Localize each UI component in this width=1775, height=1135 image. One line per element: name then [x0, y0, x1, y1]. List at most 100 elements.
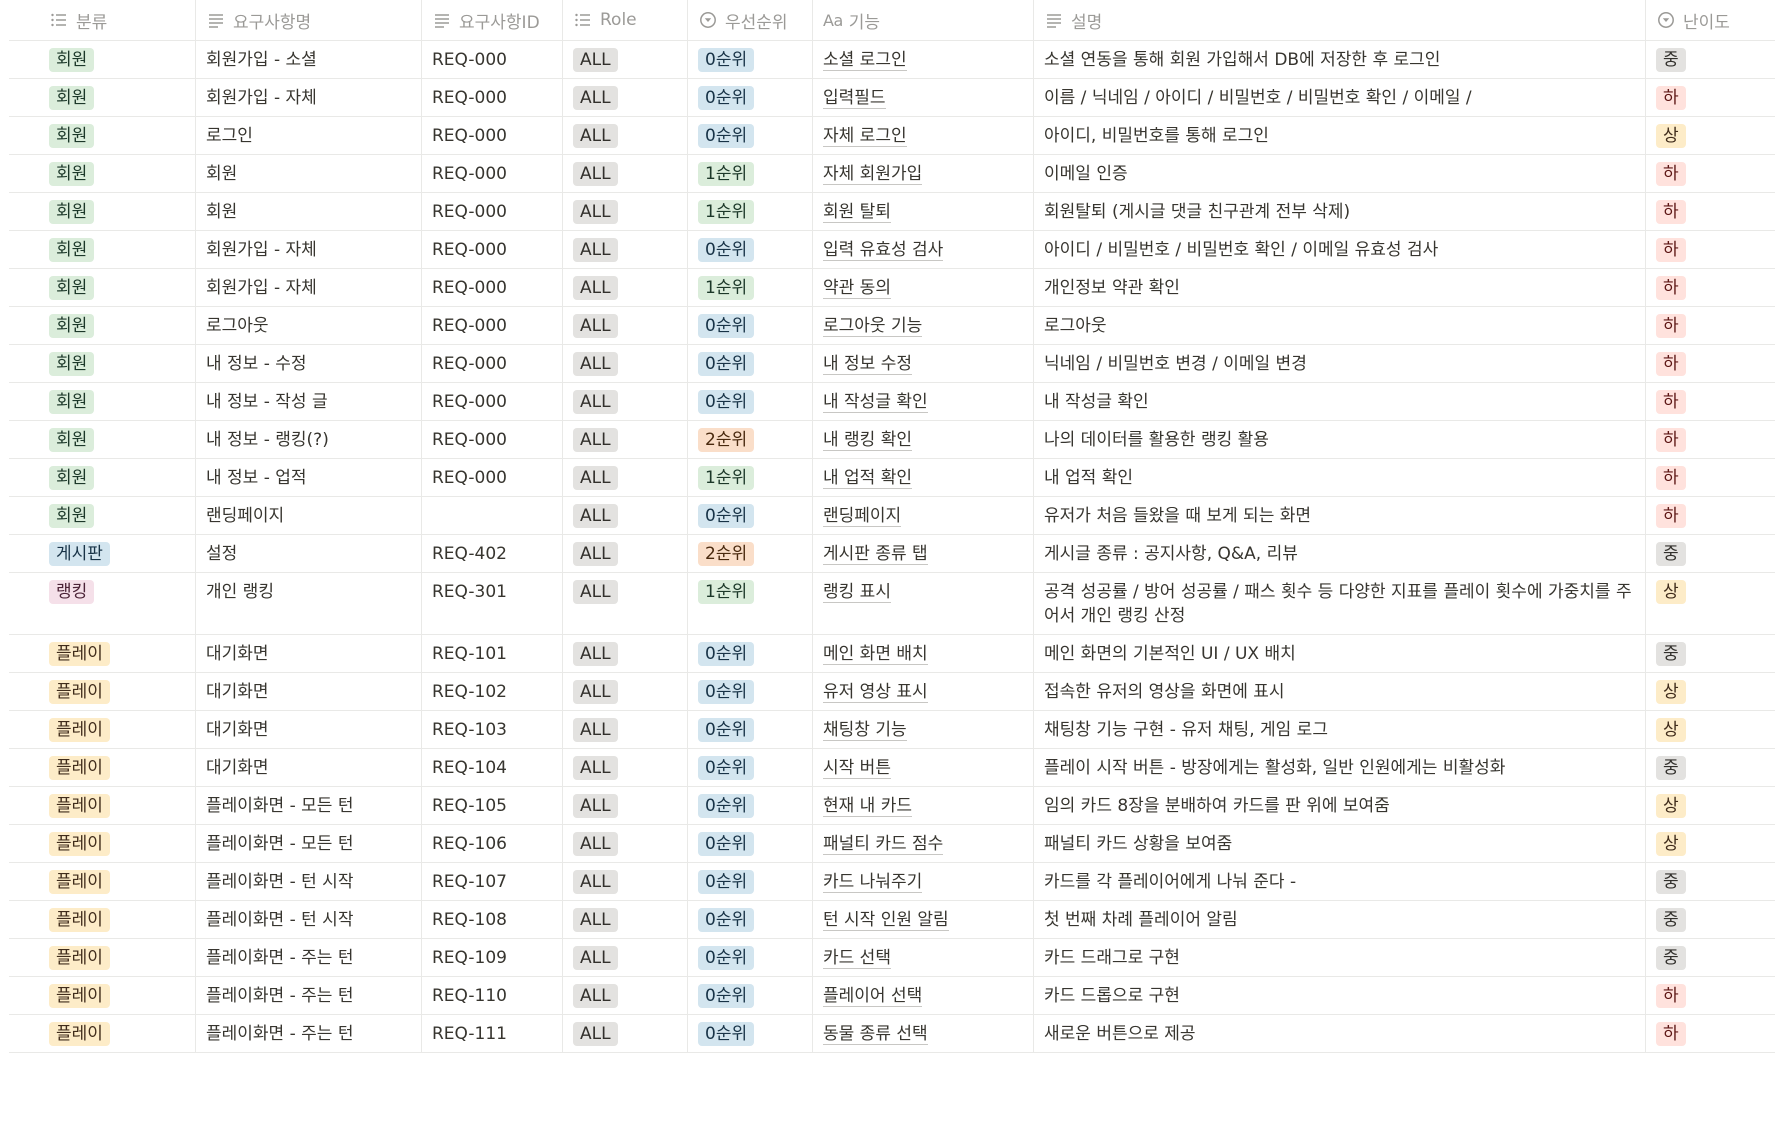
cell-difficulty[interactable]: 하 — [1646, 155, 1775, 192]
table-row[interactable]: 플레이 플레이화면 - 주는 턴 REQ-111 ALL 0순위 동물 종류 선택 새로운 … — [9, 1015, 1775, 1053]
table-row[interactable]: 플레이 플레이화면 - 모든 턴 REQ-105 ALL 0순위 현재 내 카드 임의 카드… — [9, 787, 1775, 825]
table-row[interactable]: 회원 내 정보 - 업적 REQ-000 ALL 1순위 내 업적 확인 내 업적 확인 하 — [9, 459, 1775, 497]
cell-desc[interactable]: 새로운 버튼으로 제공 — [1034, 1015, 1646, 1052]
column-header-6[interactable]: 설명 — [1034, 0, 1646, 40]
cell-difficulty[interactable]: 하 — [1646, 79, 1775, 116]
cell-priority[interactable]: 0순위 — [688, 79, 813, 116]
cell-feature[interactable]: 메인 화면 배치 — [813, 635, 1034, 672]
cell-difficulty[interactable]: 중 — [1646, 41, 1775, 78]
cell-role[interactable]: ALL — [563, 535, 688, 572]
cell-name[interactable]: 내 정보 - 수정 — [196, 345, 422, 382]
cell-id[interactable]: REQ-000 — [422, 117, 563, 154]
cell-id[interactable]: REQ-103 — [422, 711, 563, 748]
column-header-5[interactable]: Aa 기능 — [813, 0, 1034, 40]
cell-role[interactable]: ALL — [563, 269, 688, 306]
table-row[interactable]: 랭킹 개인 랭킹 REQ-301 ALL 1순위 랭킹 표시 공격 성공률 / 방어 성공률… — [9, 573, 1775, 635]
cell-role[interactable]: ALL — [563, 977, 688, 1014]
cell-name[interactable]: 회원가입 - 자체 — [196, 269, 422, 306]
cell-difficulty[interactable]: 하 — [1646, 193, 1775, 230]
cell-desc[interactable]: 플레이 시작 버튼 - 방장에게는 활성화, 일반 인원에게는 비활성화 — [1034, 749, 1646, 786]
cell-feature[interactable]: 로그아웃 기능 — [813, 307, 1034, 344]
table-row[interactable]: 회원 내 정보 - 작성 글 REQ-000 ALL 0순위 내 작성글 확인 내 작성글 … — [9, 383, 1775, 421]
cell-category[interactable]: 플레이 — [9, 711, 196, 748]
cell-id[interactable]: REQ-000 — [422, 383, 563, 420]
table-row[interactable]: 회원 회원 REQ-000 ALL 1순위 자체 회원가입 이메일 인증 하 — [9, 155, 1775, 193]
cell-category[interactable]: 회원 — [9, 79, 196, 116]
cell-feature[interactable]: 동물 종류 선택 — [813, 1015, 1034, 1052]
cell-category[interactable]: 회원 — [9, 193, 196, 230]
cell-difficulty[interactable]: 상 — [1646, 711, 1775, 748]
table-row[interactable]: 플레이 대기화면 REQ-101 ALL 0순위 메인 화면 배치 메인 화면의 기본적인 … — [9, 635, 1775, 673]
cell-desc[interactable]: 공격 성공률 / 방어 성공률 / 패스 횟수 등 다양한 지표를 플레이 횟수… — [1034, 573, 1646, 634]
cell-name[interactable]: 내 정보 - 작성 글 — [196, 383, 422, 420]
cell-desc[interactable]: 이메일 인증 — [1034, 155, 1646, 192]
cell-name[interactable]: 로그인 — [196, 117, 422, 154]
cell-id[interactable] — [422, 497, 563, 534]
cell-feature[interactable]: 패널티 카드 점수 — [813, 825, 1034, 862]
cell-desc[interactable]: 임의 카드 8장을 분배하여 카드를 판 위에 보여줌 — [1034, 787, 1646, 824]
cell-category[interactable]: 회원 — [9, 383, 196, 420]
cell-desc[interactable]: 채팅창 기능 구현 - 유저 채팅, 게임 로그 — [1034, 711, 1646, 748]
cell-difficulty[interactable]: 하 — [1646, 459, 1775, 496]
cell-category[interactable]: 회원 — [9, 155, 196, 192]
cell-feature[interactable]: 자체 회원가입 — [813, 155, 1034, 192]
cell-priority[interactable]: 1순위 — [688, 459, 813, 496]
table-row[interactable]: 플레이 플레이화면 - 주는 턴 REQ-110 ALL 0순위 플레이어 선택 카드 드롭… — [9, 977, 1775, 1015]
cell-role[interactable]: ALL — [563, 41, 688, 78]
cell-priority[interactable]: 0순위 — [688, 825, 813, 862]
cell-difficulty[interactable]: 중 — [1646, 535, 1775, 572]
cell-desc[interactable]: 닉네임 / 비밀번호 변경 / 이메일 변경 — [1034, 345, 1646, 382]
column-header-7[interactable]: 난이도 — [1646, 0, 1775, 40]
cell-difficulty[interactable]: 하 — [1646, 421, 1775, 458]
cell-role[interactable]: ALL — [563, 635, 688, 672]
cell-role[interactable]: ALL — [563, 863, 688, 900]
cell-role[interactable]: ALL — [563, 459, 688, 496]
cell-feature[interactable]: 약관 동의 — [813, 269, 1034, 306]
cell-feature[interactable]: 시작 버튼 — [813, 749, 1034, 786]
cell-id[interactable]: REQ-402 — [422, 535, 563, 572]
cell-name[interactable]: 설정 — [196, 535, 422, 572]
cell-name[interactable]: 회원 — [196, 155, 422, 192]
cell-category[interactable]: 플레이 — [9, 825, 196, 862]
cell-difficulty[interactable]: 하 — [1646, 383, 1775, 420]
cell-role[interactable]: ALL — [563, 787, 688, 824]
cell-priority[interactable]: 0순위 — [688, 863, 813, 900]
table-row[interactable]: 회원 랜딩페이지 ALL 0순위 랜딩페이지 유저가 처음 들왔을 때 보게 되는 화면 하 — [9, 497, 1775, 535]
cell-category[interactable]: 회원 — [9, 117, 196, 154]
table-row[interactable]: 회원 회원가입 - 자체 REQ-000 ALL 1순위 약관 동의 개인정보 약관 확인 하 — [9, 269, 1775, 307]
cell-feature[interactable]: 카드 나눠주기 — [813, 863, 1034, 900]
table-row[interactable]: 회원 로그아웃 REQ-000 ALL 0순위 로그아웃 기능 로그아웃 하 — [9, 307, 1775, 345]
cell-name[interactable]: 대기화면 — [196, 673, 422, 710]
cell-difficulty[interactable]: 하 — [1646, 231, 1775, 268]
table-row[interactable]: 플레이 플레이화면 - 모든 턴 REQ-106 ALL 0순위 패널티 카드 점수 패널티… — [9, 825, 1775, 863]
cell-difficulty[interactable]: 상 — [1646, 117, 1775, 154]
cell-desc[interactable]: 유저가 처음 들왔을 때 보게 되는 화면 — [1034, 497, 1646, 534]
cell-feature[interactable]: 입력 유효성 검사 — [813, 231, 1034, 268]
cell-difficulty[interactable]: 중 — [1646, 939, 1775, 976]
cell-difficulty[interactable]: 상 — [1646, 673, 1775, 710]
cell-priority[interactable]: 0순위 — [688, 635, 813, 672]
cell-name[interactable]: 플레이화면 - 주는 턴 — [196, 1015, 422, 1052]
cell-category[interactable]: 회원 — [9, 459, 196, 496]
column-header-0[interactable]: 분류 — [9, 0, 196, 40]
table-row[interactable]: 회원 로그인 REQ-000 ALL 0순위 자체 로그인 아이디, 비밀번호를 통해 로… — [9, 117, 1775, 155]
cell-category[interactable]: 플레이 — [9, 863, 196, 900]
cell-priority[interactable]: 0순위 — [688, 787, 813, 824]
cell-name[interactable]: 로그아웃 — [196, 307, 422, 344]
cell-category[interactable]: 플레이 — [9, 673, 196, 710]
cell-id[interactable]: REQ-000 — [422, 155, 563, 192]
cell-desc[interactable]: 회원탈퇴 (게시글 댓글 친구관계 전부 삭제) — [1034, 193, 1646, 230]
cell-name[interactable]: 플레이화면 - 주는 턴 — [196, 977, 422, 1014]
cell-desc[interactable]: 소셜 연동을 통해 회원 가입해서 DB에 저장한 후 로그인 — [1034, 41, 1646, 78]
cell-feature[interactable]: 회원 탈퇴 — [813, 193, 1034, 230]
cell-difficulty[interactable]: 중 — [1646, 635, 1775, 672]
cell-feature[interactable]: 현재 내 카드 — [813, 787, 1034, 824]
cell-role[interactable]: ALL — [563, 1015, 688, 1052]
cell-desc[interactable]: 게시글 종류 : 공지사항, Q&A, 리뷰 — [1034, 535, 1646, 572]
cell-name[interactable]: 대기화면 — [196, 711, 422, 748]
cell-priority[interactable]: 1순위 — [688, 193, 813, 230]
cell-id[interactable]: REQ-108 — [422, 901, 563, 938]
cell-name[interactable]: 랜딩페이지 — [196, 497, 422, 534]
cell-feature[interactable]: 랜딩페이지 — [813, 497, 1034, 534]
cell-feature[interactable]: 카드 선택 — [813, 939, 1034, 976]
